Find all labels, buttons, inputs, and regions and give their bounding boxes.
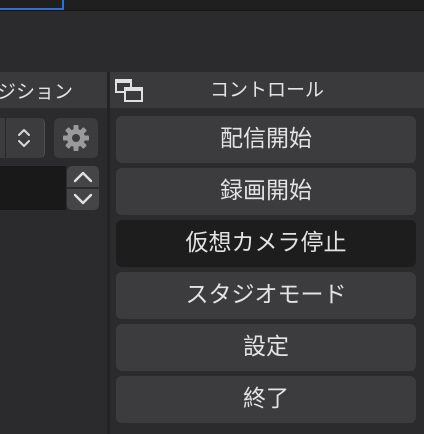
transitions-dock-title: ジション	[0, 80, 74, 103]
selected-item-outline[interactable]	[0, 0, 64, 10]
studio-mode-button[interactable]: スタジオモード	[116, 272, 416, 319]
select-divider	[5, 118, 6, 158]
duration-increase-button[interactable]	[67, 166, 99, 187]
transition-properties-button[interactable]	[54, 118, 98, 158]
chevron-up-icon	[73, 171, 93, 183]
gear-icon	[63, 125, 89, 151]
exit-button[interactable]: 終了	[116, 376, 416, 423]
start-streaming-button[interactable]: 配信開始	[116, 116, 416, 163]
dock-splitter[interactable]	[107, 72, 110, 434]
transition-select[interactable]	[0, 118, 45, 158]
duration-decrease-button[interactable]	[67, 189, 99, 210]
start-recording-button[interactable]: 録画開始	[116, 168, 416, 215]
chevron-down-icon	[73, 193, 93, 205]
controls-dock-title: コントロール	[209, 79, 324, 101]
duration-field[interactable]	[0, 166, 66, 210]
undock-float-icon[interactable]	[114, 78, 146, 104]
divider	[0, 10, 424, 11]
controls-dock-header: コントロール	[110, 72, 424, 108]
top-panel-strip	[0, 0, 424, 10]
select-updown-icon	[18, 129, 30, 147]
settings-button[interactable]: 設定	[116, 324, 416, 371]
obs-window: ジション コントロール 配信開始 録画開始 仮想カメラ停止 スタジオモード 設定…	[0, 0, 424, 434]
transitions-dock-header: ジション	[0, 72, 107, 108]
stop-virtual-camera-button[interactable]: 仮想カメラ停止	[116, 220, 416, 267]
